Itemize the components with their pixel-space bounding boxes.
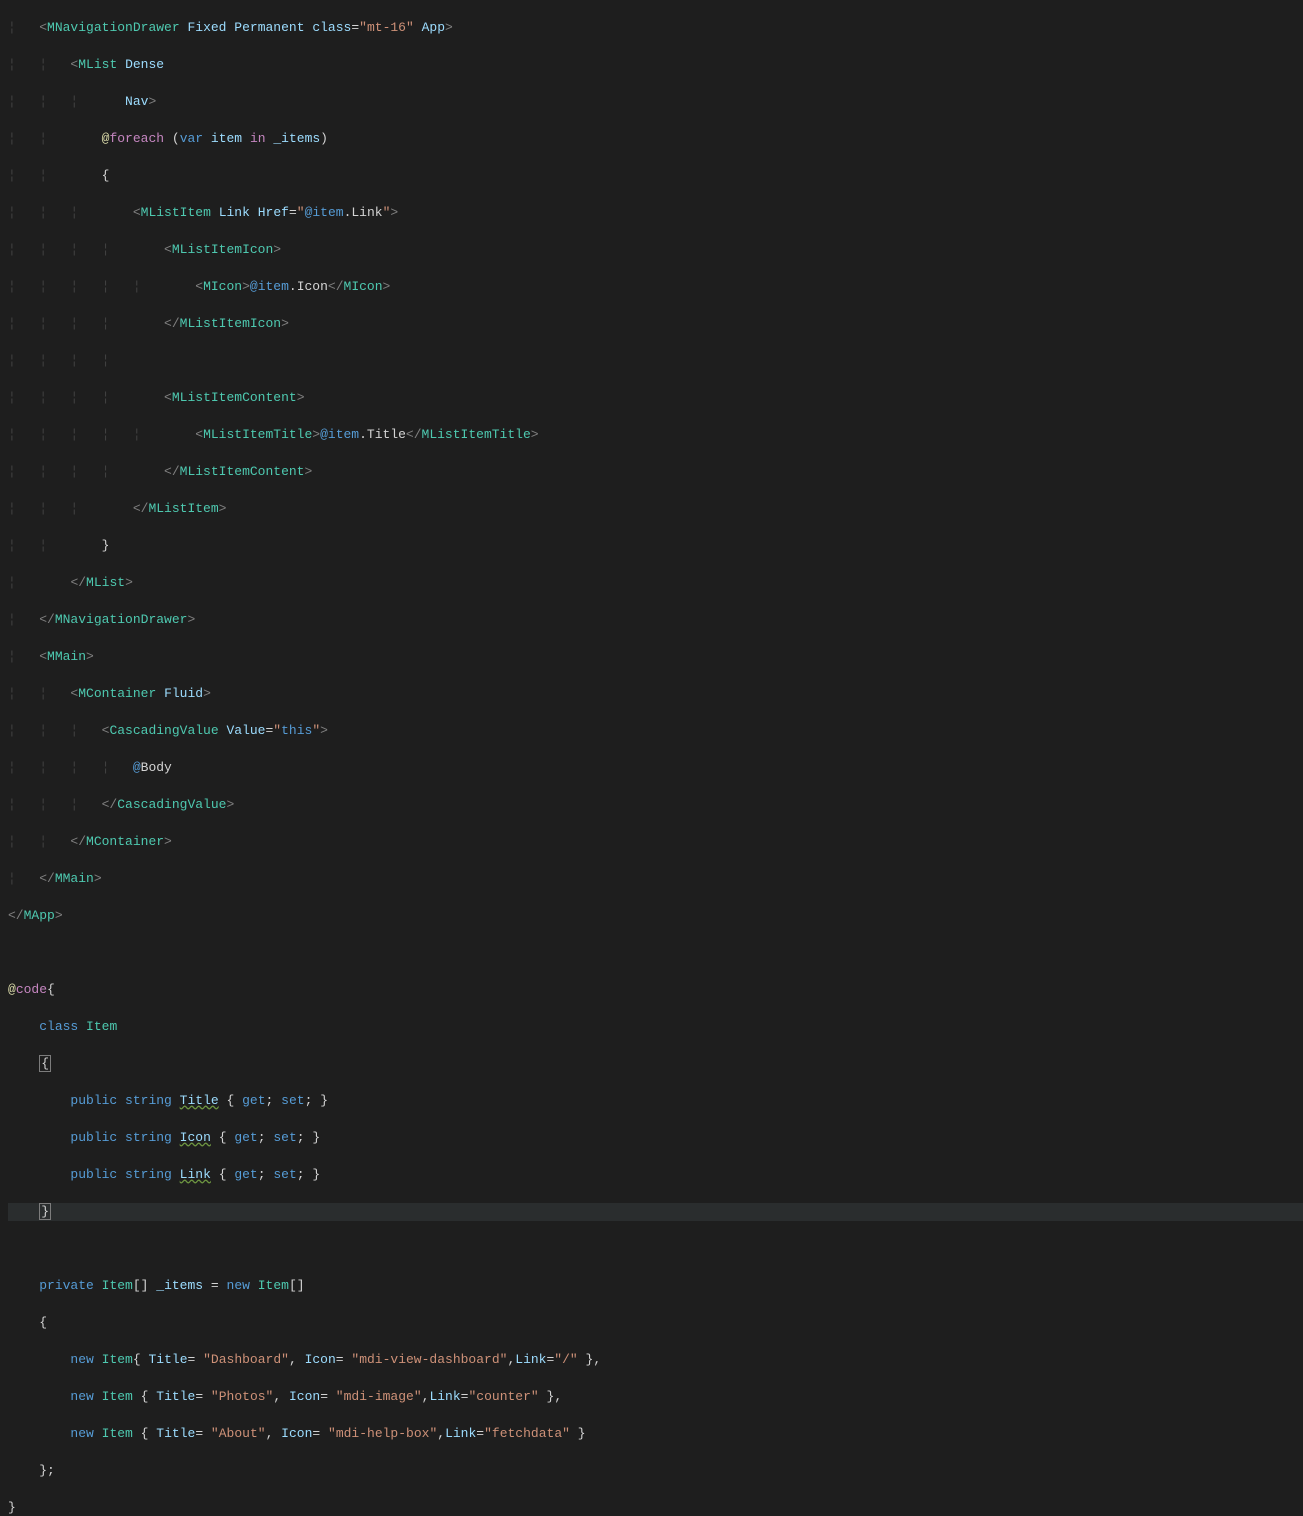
code-line[interactable]: new Item{ Title= "Dashboard", Icon= "mdi… — [8, 1351, 1303, 1370]
code-line[interactable]: public string Title { get; set; } — [8, 1092, 1303, 1111]
code-line[interactable]: ¦ ¦ ¦ ¦ @Body — [8, 759, 1303, 778]
code-line[interactable]: ¦ ¦ ¦ Nav> — [8, 93, 1303, 112]
code-editor[interactable]: ¦ <MNavigationDrawer Fixed Permanent cla… — [0, 0, 1303, 1516]
code-line[interactable]: ¦ ¦ <MList Dense — [8, 56, 1303, 75]
code-line[interactable]: public string Icon { get; set; } — [8, 1129, 1303, 1148]
code-line[interactable]: { — [8, 1055, 1303, 1074]
code-line[interactable]: ¦ </MNavigationDrawer> — [8, 611, 1303, 630]
code-line[interactable]: </MApp> — [8, 907, 1303, 926]
code-line[interactable]: class Item — [8, 1018, 1303, 1037]
code-line[interactable]: ¦ ¦ ¦ ¦ — [8, 352, 1303, 371]
code-line[interactable]: ¦ ¦ ¦ ¦ ¦ <MIcon>@item.Icon</MIcon> — [8, 278, 1303, 297]
code-line[interactable]: ¦ ¦ </MContainer> — [8, 833, 1303, 852]
code-line[interactable]: new Item { Title= "Photos", Icon= "mdi-i… — [8, 1388, 1303, 1407]
code-line-highlighted[interactable]: } — [8, 1203, 1303, 1222]
code-line[interactable]: ¦ ¦ <MContainer Fluid> — [8, 685, 1303, 704]
code-line[interactable] — [8, 1240, 1303, 1259]
code-line[interactable]: @code{ — [8, 981, 1303, 1000]
code-line[interactable]: ¦ ¦ ¦ </CascadingValue> — [8, 796, 1303, 815]
code-line[interactable]: }; — [8, 1462, 1303, 1481]
code-line[interactable]: ¦ ¦ ¦ ¦ </MListItemContent> — [8, 463, 1303, 482]
code-line[interactable] — [8, 944, 1303, 963]
code-line[interactable]: { — [8, 1314, 1303, 1333]
code-line[interactable]: ¦ <MMain> — [8, 648, 1303, 667]
code-line[interactable]: ¦ ¦ ¦ <CascadingValue Value="this"> — [8, 722, 1303, 741]
code-line[interactable]: ¦ ¦ ¦ ¦ ¦ <MListItemTitle>@item.Title</M… — [8, 426, 1303, 445]
code-line[interactable]: ¦ ¦ @foreach (var item in _items) — [8, 130, 1303, 149]
code-line[interactable]: private Item[] _items = new Item[] — [8, 1277, 1303, 1296]
code-line[interactable]: ¦ <MNavigationDrawer Fixed Permanent cla… — [8, 19, 1303, 38]
code-line[interactable]: ¦ ¦ ¦ </MListItem> — [8, 500, 1303, 519]
code-line[interactable]: ¦ ¦ ¦ ¦ <MListItemContent> — [8, 389, 1303, 408]
code-line[interactable]: ¦ ¦ } — [8, 537, 1303, 556]
code-line[interactable]: public string Link { get; set; } — [8, 1166, 1303, 1185]
code-line[interactable]: ¦ ¦ ¦ <MListItem Link Href="@item.Link"> — [8, 204, 1303, 223]
code-line[interactable]: ¦ ¦ { — [8, 167, 1303, 186]
code-line[interactable]: ¦ </MList> — [8, 574, 1303, 593]
code-line[interactable]: ¦ ¦ ¦ ¦ <MListItemIcon> — [8, 241, 1303, 260]
code-line[interactable]: new Item { Title= "About", Icon= "mdi-he… — [8, 1425, 1303, 1444]
code-line[interactable]: } — [8, 1499, 1303, 1516]
code-line[interactable]: ¦ </MMain> — [8, 870, 1303, 889]
code-line[interactable]: ¦ ¦ ¦ ¦ </MListItemIcon> — [8, 315, 1303, 334]
